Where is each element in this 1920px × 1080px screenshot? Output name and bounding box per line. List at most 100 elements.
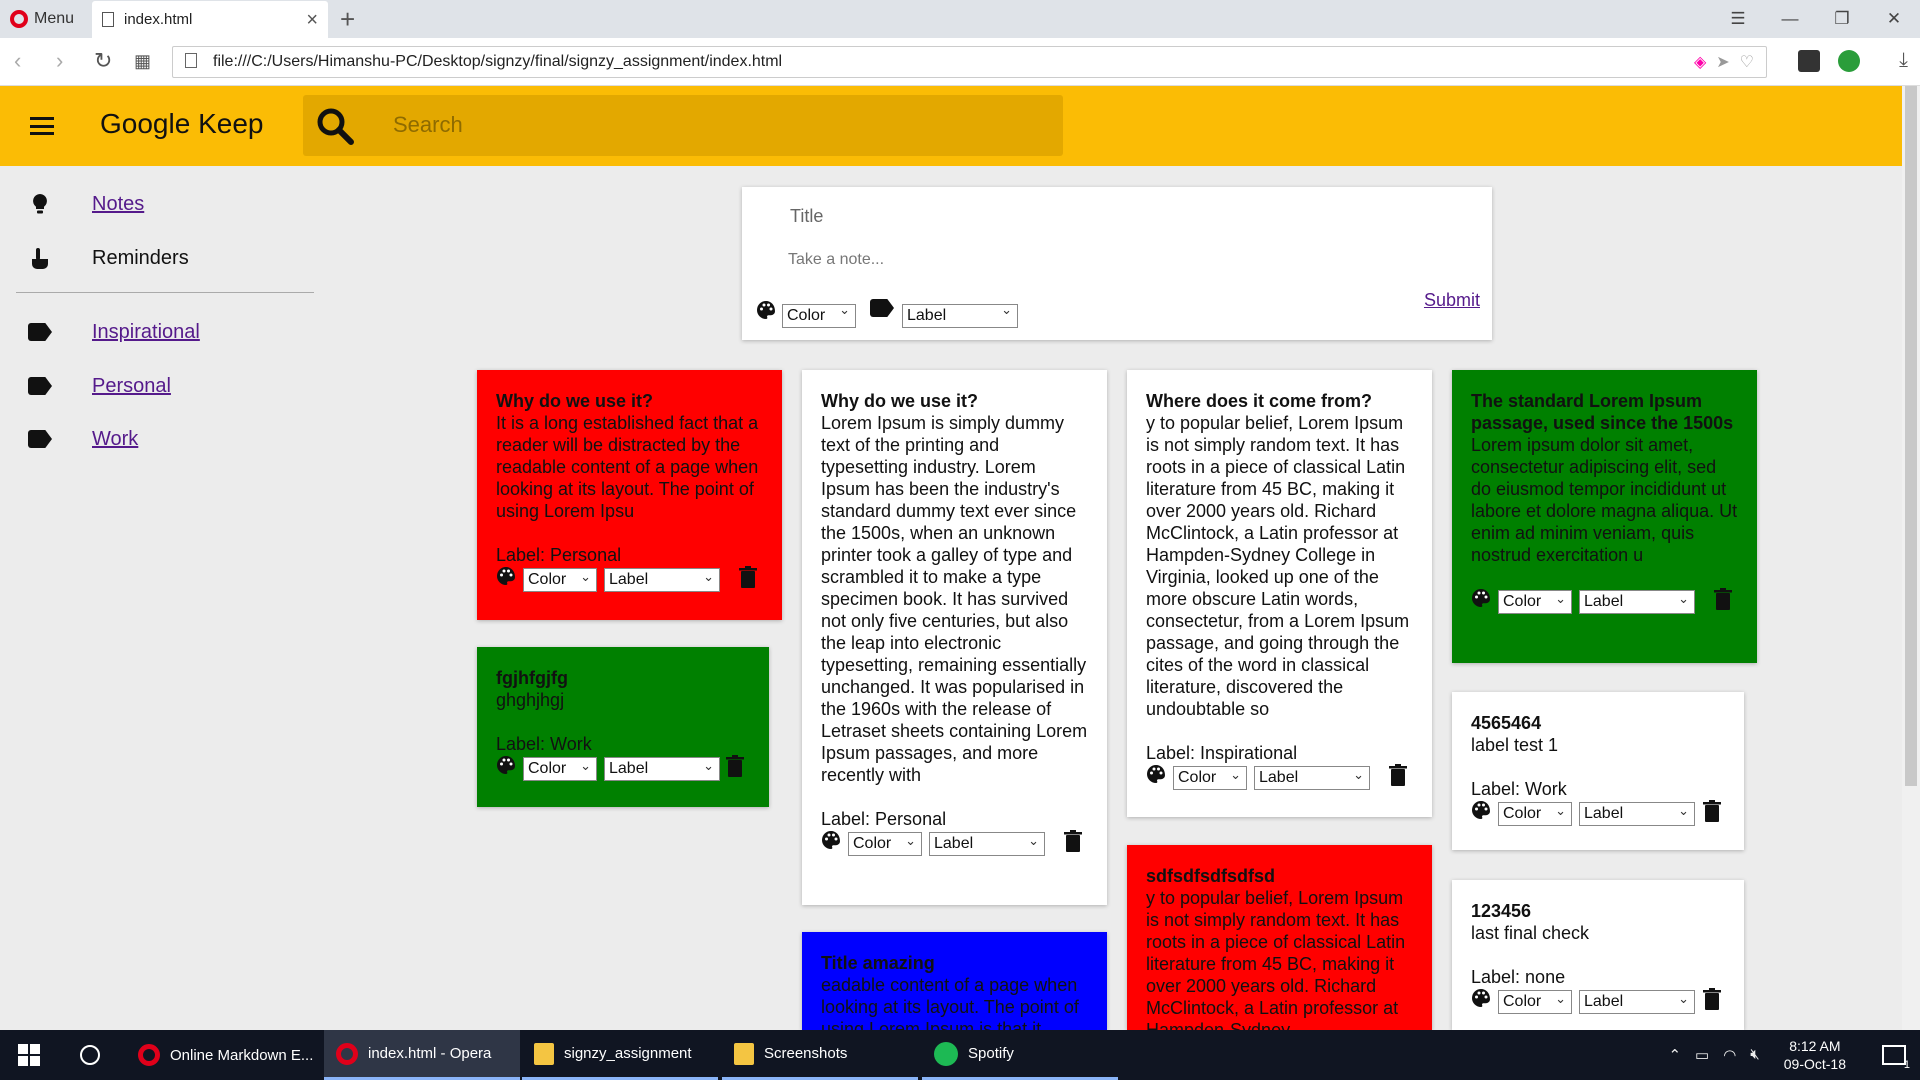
tab-menu-icon[interactable]: ☰ [1712,0,1764,38]
color-select[interactable]: Color [523,566,597,592]
back-button[interactable]: ‹ [14,48,21,74]
label-icon-wrapper [28,430,52,454]
note-card[interactable]: Why do we use it? Lorem Ipsum is simply … [802,370,1107,905]
opera-menu-button[interactable]: Menu [10,8,74,30]
trash-icon[interactable] [1703,800,1721,822]
sidebar-item-label[interactable]: Inspirational [92,321,200,344]
sidebar-item-work[interactable]: Work [0,421,320,457]
note-card[interactable]: sdfsdfsdfsdfsd y to popular belief, Lore… [1127,845,1432,1030]
app-header: Google Keep [0,86,1902,166]
vpn-globe-icon[interactable] [1838,50,1860,72]
note-card[interactable]: fgjhfgjfg ghghjhgj Label: Work Color Lab… [477,647,769,807]
sidebar-item-personal[interactable]: Personal [0,368,320,404]
extension-icon[interactable] [1798,50,1820,72]
download-icon[interactable]: ⤓ [1899,49,1908,72]
label-select[interactable]: Label [929,830,1045,856]
cube-icon[interactable]: ◈ [1694,52,1706,72]
notification-center-icon[interactable]: 1 [1882,1045,1910,1071]
reload-button[interactable]: ↻ [94,48,112,74]
wifi-icon[interactable]: ◠ [1723,1046,1736,1064]
taskbar-item-signzy-folder[interactable]: signzy_assignment [522,1030,718,1080]
sidebar-item-label[interactable]: Personal [92,375,171,398]
note-card[interactable]: Where does it come from? y to popular be… [1127,370,1432,817]
heart-icon[interactable]: ♡ [1740,52,1754,72]
scrollbar-thumb[interactable] [1905,86,1917,786]
color-select[interactable]: Color [1498,988,1572,1014]
opera-icon [336,1042,358,1065]
trash-icon[interactable] [739,566,757,588]
trash-icon[interactable] [1714,588,1732,610]
note-card[interactable]: 4565464 label test 1 Label: Work Color L… [1452,692,1744,850]
close-tab-icon[interactable]: × [306,9,318,32]
color-select[interactable]: Color [782,302,856,328]
volume-muted-icon[interactable]: 🔇︎ [1750,1046,1759,1064]
minimize-button[interactable]: — [1764,0,1816,38]
note-card[interactable]: 123456 last final check Label: none Colo… [1452,880,1744,1030]
url-field[interactable]: file:///C:/Users/Himanshu-PC/Desktop/sig… [172,46,1767,78]
sidebar-item-inspirational[interactable]: Inspirational [0,314,320,350]
taskbar-item-spotify[interactable]: Spotify [922,1030,1118,1080]
label-select[interactable]: Label [1579,588,1695,614]
menu-label: Menu [34,10,75,27]
search-input[interactable] [393,105,1033,145]
sidebar-item-notes[interactable]: Notes [0,186,320,222]
taskbar-item-index-opera[interactable]: index.html - Opera [324,1030,520,1080]
palette-icon[interactable] [496,566,516,586]
battery-icon[interactable]: ▭ [1695,1046,1709,1064]
note-card[interactable]: The standard Lorem Ipsum passage, used s… [1452,370,1757,663]
label-select[interactable]: Label [604,755,720,781]
page-scrollbar[interactable] [1902,86,1920,1030]
new-tab-button[interactable]: + [340,4,355,35]
trash-icon[interactable] [726,755,744,777]
browser-tabbar: Menu index.html × + ☰ — ❐ ✕ [0,0,1920,38]
clock[interactable]: 8:12 AM 09-Oct-18 [1784,1037,1846,1073]
label-select[interactable]: Label [1579,800,1695,826]
trash-icon[interactable] [1389,764,1407,786]
palette-icon[interactable] [1146,764,1166,784]
forward-button[interactable]: › [56,48,63,74]
cortana-search-icon[interactable] [80,1045,100,1065]
palette-icon[interactable] [756,300,776,320]
send-icon[interactable]: ➤ [1716,52,1729,72]
windows-start-icon[interactable] [18,1044,40,1066]
note-body: ghghjhgj [496,690,565,710]
note-title-input[interactable] [790,201,1430,231]
submit-button[interactable]: Submit [1424,290,1480,311]
taskbar-item-markdown[interactable]: Online Markdown E... [126,1030,322,1080]
search-icon[interactable] [315,106,355,146]
chevron-up-icon[interactable]: ⌃ [1668,1046,1681,1064]
note-card[interactable]: Why do we use it? It is a long establish… [477,370,782,620]
windows-taskbar: Online Markdown E... index.html - Opera … [0,1030,1920,1080]
hamburger-menu-icon[interactable] [30,117,54,135]
label-select[interactable]: Label [902,302,1018,328]
close-window-button[interactable]: ✕ [1868,0,1920,38]
label-select[interactable]: Label [1579,988,1695,1014]
color-select[interactable]: Color [848,830,922,856]
sidebar-item-label[interactable]: Notes [92,193,144,216]
label-select[interactable]: Label [1254,764,1370,790]
sidebar-item-reminders[interactable]: Reminders [0,240,320,276]
color-select[interactable]: Color [1498,588,1572,614]
browser-tab[interactable]: index.html × [92,1,328,38]
palette-icon[interactable] [1471,800,1491,820]
taskbar-item-label: signzy_assignment [564,1045,692,1062]
note-card[interactable]: Title amazing eadable content of a page … [802,932,1107,1030]
trash-icon[interactable] [1703,988,1721,1010]
taskbar-item-screenshots-folder[interactable]: Screenshots [722,1030,918,1080]
color-select[interactable]: Color [1173,764,1247,790]
color-select[interactable]: Color [1498,800,1572,826]
speed-dial-icon[interactable]: ▦ [134,51,151,72]
palette-icon[interactable] [821,830,841,850]
palette-icon[interactable] [496,755,516,775]
color-select[interactable]: Color [523,755,597,781]
note-controls: Color Label [1471,800,1725,828]
lightbulb-icon [33,194,47,214]
palette-icon[interactable] [1471,588,1491,608]
label-tag-icon [870,299,894,317]
trash-icon[interactable] [1064,830,1082,852]
restore-button[interactable]: ❐ [1816,0,1868,38]
palette-icon[interactable] [1471,988,1491,1008]
label-select[interactable]: Label [604,566,720,592]
sidebar-item-label[interactable]: Work [92,428,138,451]
note-body-input[interactable] [788,247,1428,273]
